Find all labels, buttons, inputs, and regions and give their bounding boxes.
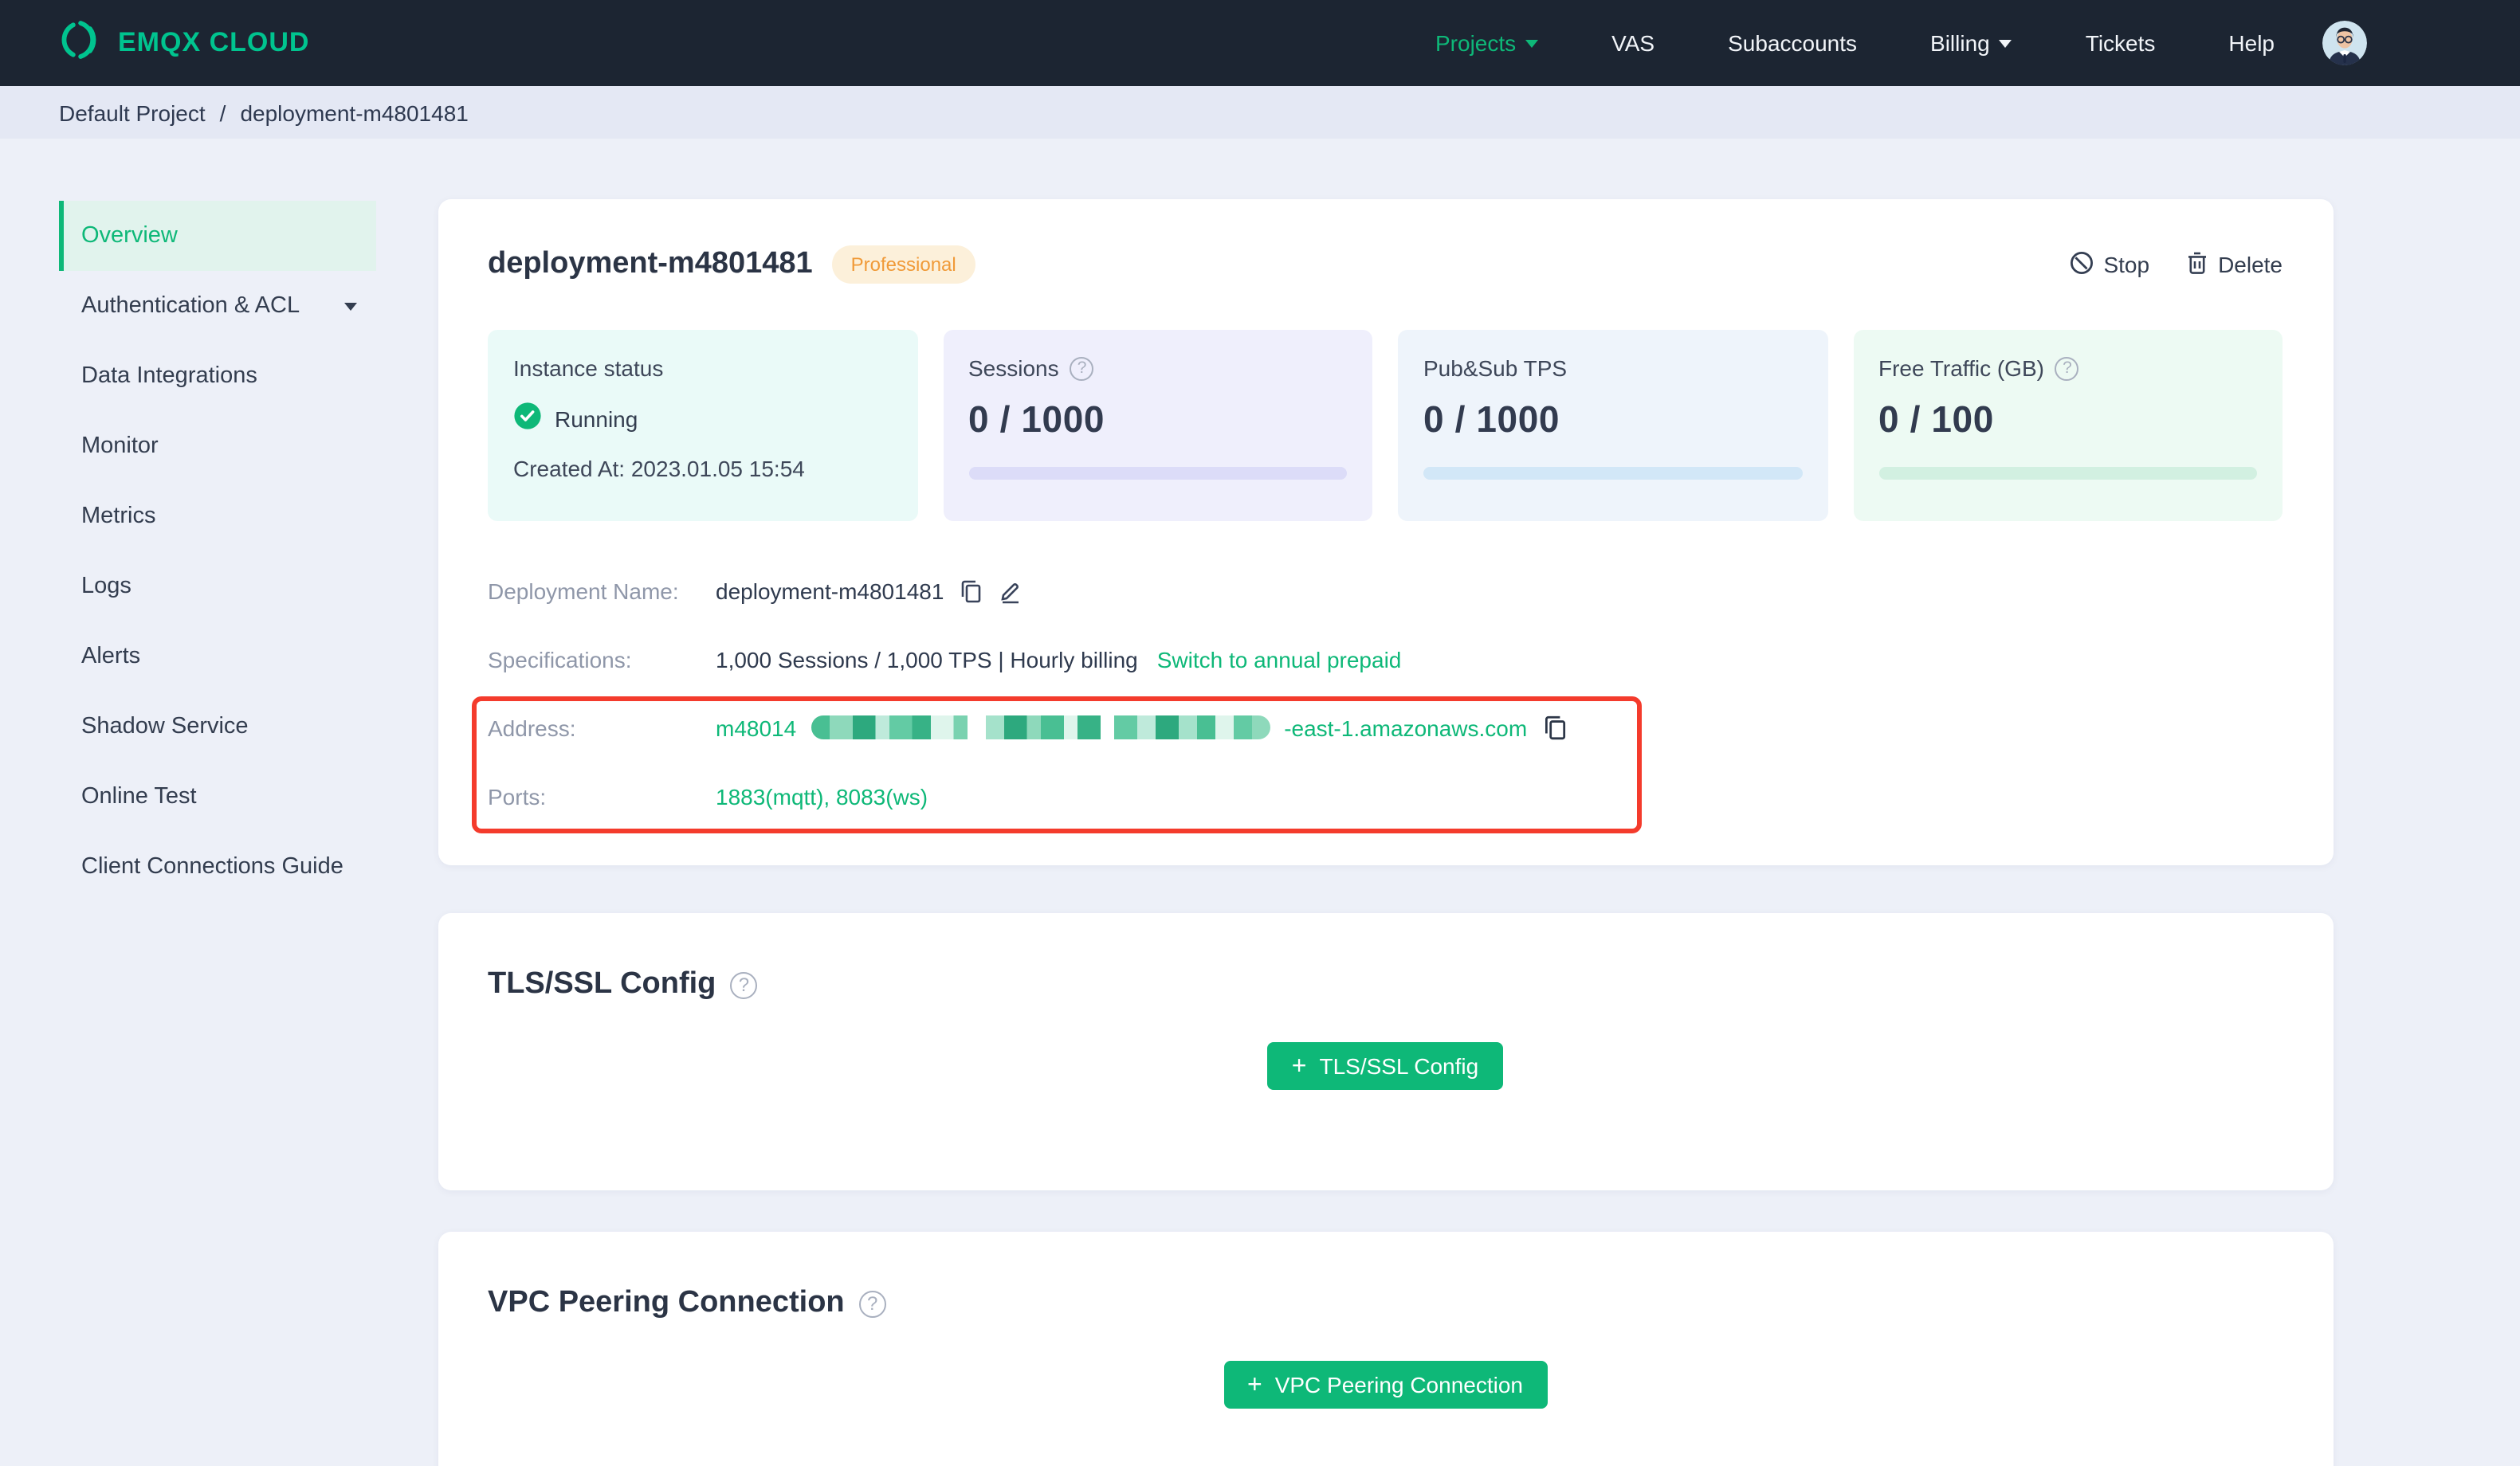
nav-item-help[interactable]: Help [2228, 30, 2275, 56]
specifications-row: Specifications: 1,000 Sessions / 1,000 T… [488, 646, 1402, 672]
deployment-name-row: Deployment Name: deployment-m4801481 [488, 556, 2283, 625]
vpc-section-title: VPC Peering Connection [488, 1286, 845, 1319]
emqx-logo-icon [57, 17, 102, 69]
sidebar-item-client-connections-guide[interactable]: Client Connections Guide [59, 832, 376, 902]
delete-button[interactable]: Delete [2184, 249, 2283, 280]
nav-item-projects[interactable]: Projects [1435, 30, 1539, 56]
address-redaction [811, 715, 1270, 739]
deployment-name-value: deployment-m4801481 [716, 578, 944, 603]
created-at-text: Created At: 2023.01.05 15:54 [513, 456, 805, 481]
address-row: Address: m48014 -east-1.amazonaws.com [488, 693, 2283, 762]
sidebar-item-authentication-acl[interactable]: Authentication & ACL [59, 271, 376, 341]
chevron-down-icon [1999, 39, 2012, 53]
free-traffic-card: Free Traffic (GB) 0 / 100 [1853, 330, 2283, 521]
sidebar-item-shadow-service[interactable]: Shadow Service [59, 692, 376, 762]
sidebar-item-logs[interactable]: Logs [59, 551, 376, 621]
help-icon[interactable] [730, 971, 758, 998]
pubsub-tps-card: Pub&Sub TPS 0 / 1000 [1398, 330, 1827, 521]
app: EMQX CLOUD Projects VAS Subaccounts Bill… [0, 0, 2520, 1466]
copy-icon[interactable] [958, 578, 983, 603]
plan-badge: Professional [831, 245, 975, 284]
tps-progress-bar [1423, 467, 1802, 480]
stats-row: Instance status Running Created At: 2023… [488, 330, 2283, 521]
tls-ssl-config-card: TLS/SSL Config TLS/SSL Config [438, 913, 2334, 1190]
copy-icon[interactable] [1541, 714, 1568, 741]
sidebar-item-metrics[interactable]: Metrics [59, 481, 376, 551]
stop-button[interactable]: Stop [2068, 249, 2149, 280]
sidebar-item-alerts[interactable]: Alerts [59, 621, 376, 692]
instance-status-text: Running [555, 406, 638, 431]
edit-icon[interactable] [998, 578, 1023, 603]
help-icon[interactable] [858, 1290, 886, 1317]
emqx-logo[interactable]: EMQX CLOUD [57, 17, 309, 69]
check-circle-icon [513, 402, 542, 435]
traffic-value: 0 / 100 [1878, 398, 1994, 440]
sessions-card: Sessions 0 / 1000 [943, 330, 1372, 521]
nav-item-billing[interactable]: Billing [1930, 30, 2012, 56]
help-icon[interactable] [1070, 356, 1094, 380]
stop-icon [2068, 249, 2094, 280]
trash-icon [2184, 249, 2208, 280]
address-suffix: -east-1.amazonaws.com [1284, 715, 1528, 740]
brand-name: EMQX CLOUD [118, 27, 310, 57]
tps-value: 0 / 1000 [1423, 398, 1560, 440]
nav-item-subaccounts[interactable]: Subaccounts [1728, 30, 1857, 56]
help-icon[interactable] [2055, 356, 2079, 380]
plus-icon [1292, 1052, 1307, 1080]
vpc-peering-card: VPC Peering Connection VPC Peering Conne… [438, 1232, 2334, 1466]
deployment-title: deployment-m4801481 [488, 247, 813, 280]
sidebar-item-online-test[interactable]: Online Test [59, 762, 376, 832]
traffic-progress-bar [1878, 467, 2257, 480]
breadcrumb-project[interactable]: Default Project [59, 100, 206, 125]
instance-status-card: Instance status Running Created At: 2023… [488, 330, 917, 521]
tls-section-title: TLS/SSL Config [488, 967, 716, 1001]
sessions-progress-bar [968, 467, 1347, 480]
chevron-down-icon [1525, 39, 1539, 53]
main-content: deployment-m4801481 Professional Stop De… [438, 199, 2334, 1466]
breadcrumb-current: deployment-m4801481 [240, 100, 469, 125]
top-navbar: EMQX CLOUD Projects VAS Subaccounts Bill… [0, 0, 2520, 86]
sidebar-item-monitor[interactable]: Monitor [59, 411, 376, 481]
ports-row: Ports: 1883(mqtt), 8083(ws) [488, 783, 928, 809]
switch-annual-prepaid-link[interactable]: Switch to annual prepaid [1157, 646, 1402, 672]
user-avatar[interactable] [2322, 21, 2367, 65]
address-prefix: m48014 [716, 715, 797, 740]
sidebar-item-data-integrations[interactable]: Data Integrations [59, 341, 376, 411]
add-tls-ssl-config-button[interactable]: TLS/SSL Config [1267, 1042, 1503, 1090]
nav-item-tickets[interactable]: Tickets [2086, 30, 2156, 56]
sidebar: Overview Authentication & ACL Data Integ… [59, 201, 376, 902]
sessions-value: 0 / 1000 [968, 398, 1105, 440]
plus-icon [1247, 1371, 1262, 1398]
breadcrumb-separator: / [219, 100, 226, 125]
specifications-value: 1,000 Sessions / 1,000 TPS | Hourly bill… [716, 646, 1138, 672]
add-vpc-peering-button[interactable]: VPC Peering Connection [1223, 1361, 1547, 1409]
sidebar-item-overview[interactable]: Overview [59, 201, 376, 271]
breadcrumb: Default Project / deployment-m4801481 [0, 86, 2520, 139]
top-nav-menu: Projects VAS Subaccounts Billing Tickets… [1435, 30, 2275, 56]
chevron-down-icon [344, 302, 357, 316]
deployment-details: Deployment Name: deployment-m4801481 Spe… [488, 556, 2283, 830]
deployment-overview-card: deployment-m4801481 Professional Stop De… [438, 199, 2334, 865]
ports-value: 1883(mqtt), 8083(ws) [716, 783, 928, 809]
nav-item-vas[interactable]: VAS [1611, 30, 1654, 56]
